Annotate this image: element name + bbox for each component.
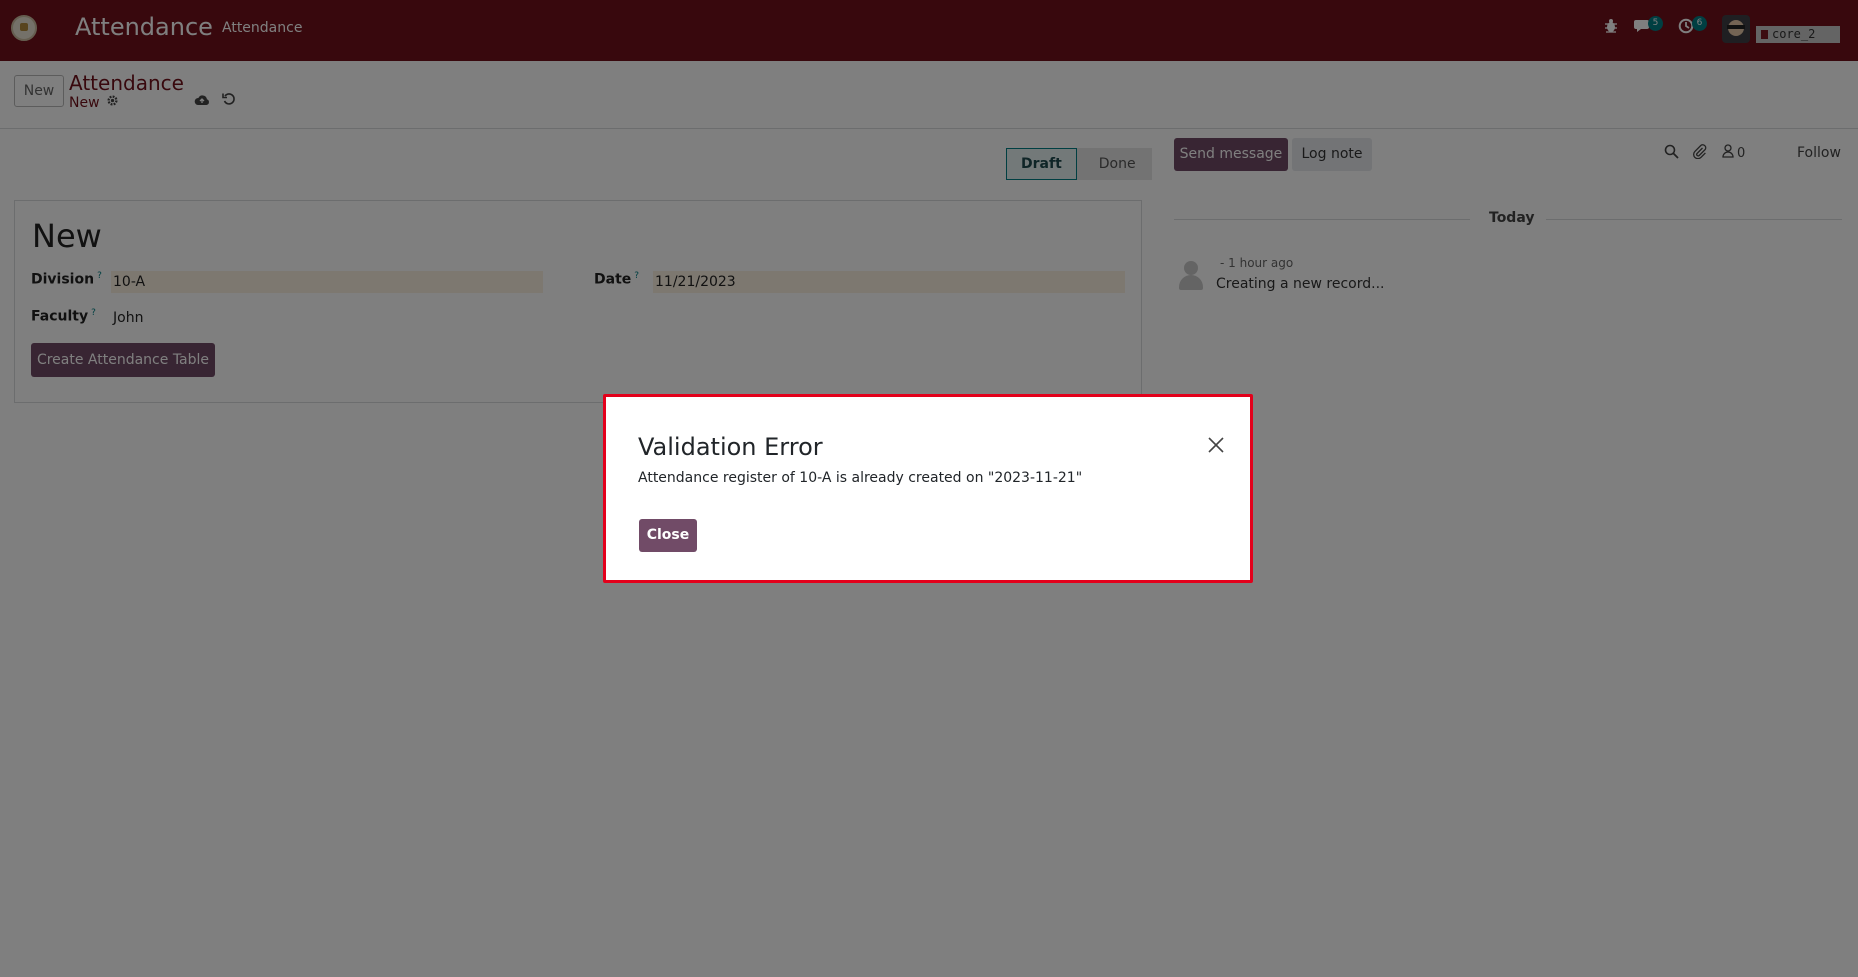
close-icon[interactable] [1204, 435, 1228, 459]
dialog-title: Validation Error [638, 433, 823, 461]
dialog-close-button[interactable]: Close [639, 519, 697, 552]
validation-error-dialog: Validation Error Attendance register of … [603, 394, 1253, 583]
dialog-message: Attendance register of 10-A is already c… [638, 470, 1083, 486]
